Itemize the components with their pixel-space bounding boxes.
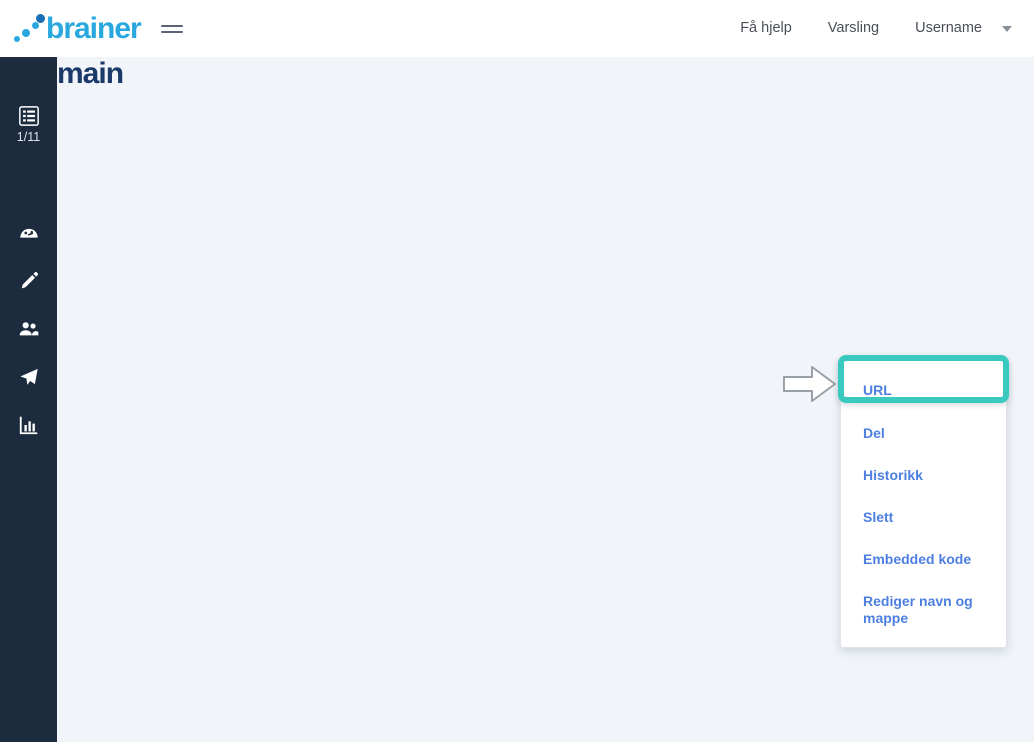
top-nav: Få hjelp Varsling Username [722, 0, 1034, 57]
hamburger-icon[interactable] [161, 19, 183, 39]
gauge-icon [18, 222, 40, 244]
sidebar: 1/11 [0, 57, 57, 742]
pencil-icon [18, 270, 40, 292]
arrow-pointer-icon [782, 364, 838, 404]
dropdown-item-url[interactable]: URL [841, 368, 1006, 412]
list-grid-icon [18, 105, 40, 127]
dropdown-item-del[interactable]: Del [841, 412, 1006, 454]
top-header-bar: mainbrainer Få hjelp Varsling Username [0, 0, 1034, 57]
sidebar-item-edit[interactable] [0, 270, 57, 292]
sidebar-item-pages-counter[interactable]: 1/11 [0, 105, 57, 144]
dropdown-item-historikk[interactable]: Historikk [841, 454, 1006, 496]
more-options-dropdown: URL Del Historikk Slett Embedded kode Re… [840, 360, 1007, 648]
people-icon [18, 318, 40, 340]
logo-text-brainer: brainer [46, 12, 141, 45]
bar-chart-icon [18, 414, 40, 436]
sidebar-pages-count: 1/11 [17, 130, 40, 144]
chevron-down-icon[interactable] [1002, 26, 1012, 32]
sidebar-item-audience[interactable] [0, 318, 57, 340]
dropdown-item-embedded-kode[interactable]: Embedded kode [841, 538, 1006, 580]
sidebar-item-dashboard[interactable] [0, 222, 57, 244]
dropdown-item-rediger-navn-og-mappe[interactable]: Rediger navn og mappe [841, 580, 1006, 638]
nav-username[interactable]: Username [897, 0, 1000, 57]
dropdown-item-slett[interactable]: Slett [841, 496, 1006, 538]
app-logo[interactable]: mainbrainer [12, 12, 141, 46]
nav-help[interactable]: Få hjelp [722, 0, 810, 57]
paper-plane-icon [18, 366, 40, 388]
sidebar-item-campaigns[interactable] [0, 366, 57, 388]
logo-dots-icon [12, 14, 46, 44]
nav-notifications[interactable]: Varsling [810, 0, 897, 57]
logo-text: mainbrainer [46, 12, 141, 46]
sidebar-item-analytics[interactable] [0, 414, 57, 436]
